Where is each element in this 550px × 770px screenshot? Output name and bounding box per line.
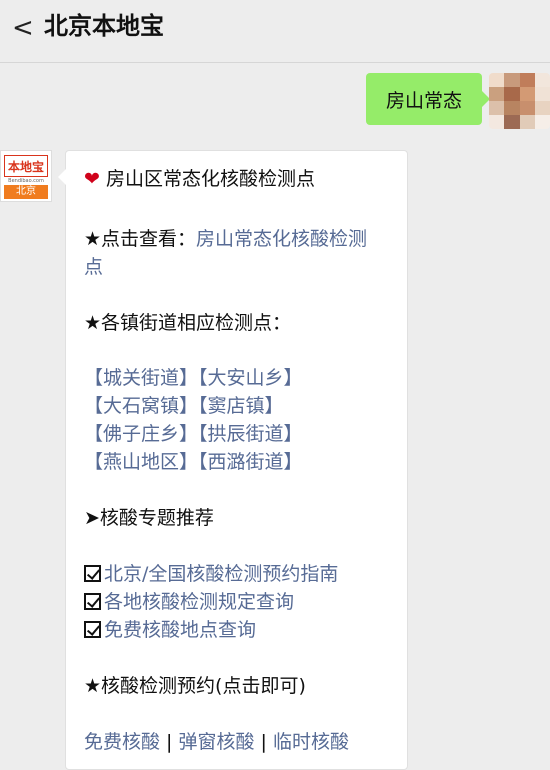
booking-link-temporary[interactable]: 临时核酸 [273,731,349,753]
incoming-message-bubble: ❤ 房山区常态化核酸检测点 ★点击查看：房山常态化核酸检测 点 ★各镇街道相应检… [58,150,408,770]
booking-link-popup[interactable]: 弹窗核酸 [179,731,255,753]
separator: | [160,731,179,753]
back-arrow-icon[interactable]: < [12,10,34,46]
user-avatar[interactable] [489,73,550,129]
view-link[interactable]: 房山常态化核酸检测 [196,228,367,250]
view-line: ★点击查看：房山常态化核酸检测 [84,225,397,253]
view-prefix: ★点击查看： [84,228,197,250]
street-link[interactable]: 【城关街道】 [84,367,198,389]
recommend-item: 北京/全国核酸检测预约指南 [84,560,397,588]
street-link[interactable]: 【大石窝镇】 [84,395,198,417]
bendibao-avatar[interactable]: 本地宝 Bendibao.com 北京 [0,150,52,202]
checkbox-icon [84,621,101,638]
outgoing-message-bubble: 房山常态 [366,73,490,125]
booking-links: 免费核酸 | 弹窗核酸 | 临时核酸 [84,728,397,756]
message-heading: ❤ 房山区常态化核酸检测点 [84,165,397,193]
checkbox-icon [84,565,101,582]
street-row: 【佛子庄乡】【拱辰街道】 [84,420,397,448]
street-row: 【城关街道】【大安山乡】 [84,364,397,392]
street-row: 【燕山地区】【西潞街道】 [84,448,397,476]
street-link[interactable]: 【燕山地区】 [84,451,198,473]
street-link[interactable]: 【大安山乡】 [198,367,303,389]
top-bar: < 北京本地宝 [0,0,550,63]
message-heading-text: 房山区常态化核酸检测点 [105,168,315,190]
booking-link-free[interactable]: 免费核酸 [84,731,160,753]
avatar-logo-url: Bendibao.com [8,178,44,184]
booking-heading: ★核酸检测预约(点击即可) [84,675,306,697]
heart-icon: ❤ [84,168,100,190]
street-link[interactable]: 【西潞街道】 [198,451,303,473]
view-link-continued[interactable]: 点 [84,256,103,278]
view-line-2: 点 [84,253,397,281]
recommend-link[interactable]: 各地核酸检测规定查询 [104,591,294,613]
separator: | [254,731,273,753]
street-link[interactable]: 【佛子庄乡】 [84,423,198,445]
street-row: 【大石窝镇】【窦店镇】 [84,392,397,420]
recommend-link[interactable]: 免费核酸地点查询 [104,619,256,641]
recommend-heading: ➤核酸专题推荐 [84,507,214,529]
recommend-item: 免费核酸地点查询 [84,616,397,644]
recommend-link[interactable]: 北京/全国核酸检测预约指南 [104,563,338,585]
street-link[interactable]: 【窦店镇】 [198,395,284,417]
street-link[interactable]: 【拱辰街道】 [198,423,303,445]
chat-title: 北京本地宝 [44,12,164,40]
checkbox-icon [84,593,101,610]
streets-heading: ★各镇街道相应检测点： [84,312,292,334]
avatar-logo-city: 北京 [4,185,48,199]
outgoing-message-text: 房山常态 [385,89,462,112]
avatar-logo-text: 本地宝 [4,155,48,177]
recommend-item: 各地核酸检测规定查询 [84,588,397,616]
